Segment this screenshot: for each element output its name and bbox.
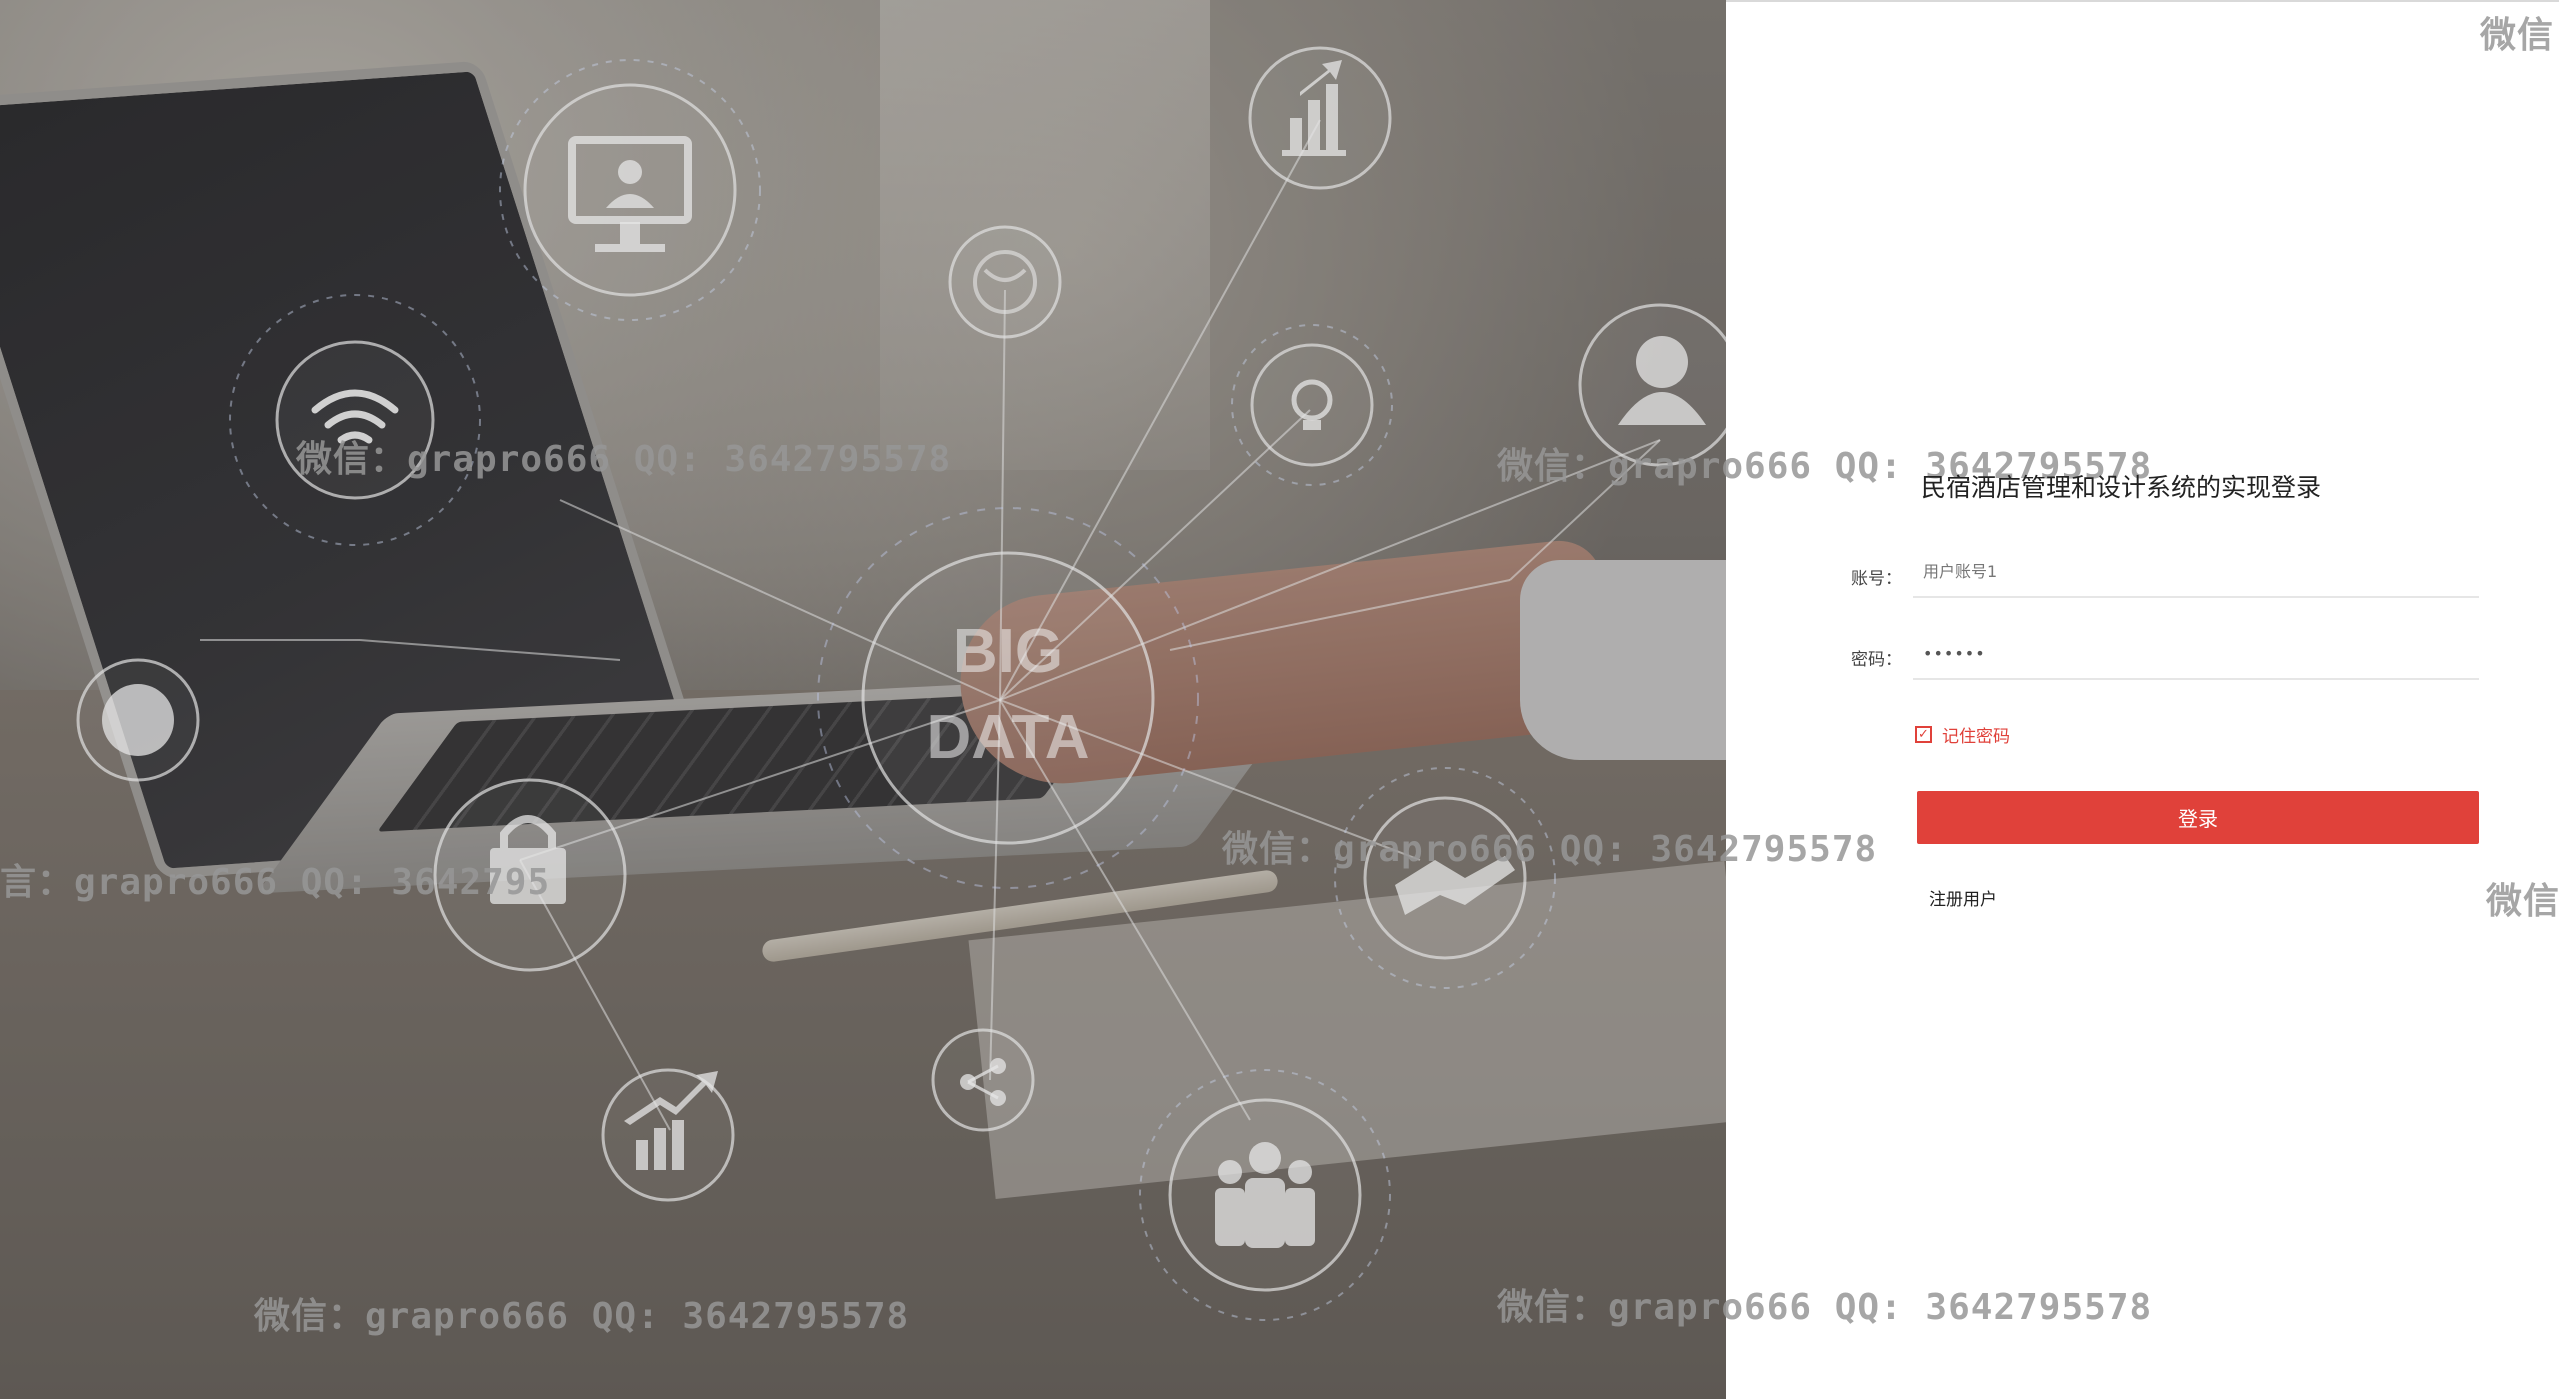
watermark: 微信：grapro666 QQ: 3642795578 xyxy=(296,439,952,480)
watermark: 微信：grapro666 QQ: 3642795578 xyxy=(1222,829,1878,870)
watermark: 言：grapro666 QQ: 3642795 xyxy=(0,862,551,903)
watermark: 微信：grapro666 QQ: 3642795578 xyxy=(1497,1287,2153,1328)
account-input[interactable] xyxy=(1913,546,2479,598)
remember-password-checkbox[interactable]: ✓ 记住密码 xyxy=(1915,722,2010,747)
checkbox-checked-icon[interactable]: ✓ xyxy=(1915,726,1932,743)
big-text: BIG xyxy=(953,617,1063,686)
big-data-hub xyxy=(817,507,1199,889)
password-input[interactable]: •••••• xyxy=(1913,628,2479,680)
network-graphic: BIG DATA xyxy=(76,46,1726,1321)
remember-password-label: 记住密码 xyxy=(1942,727,2010,747)
watermark: 微信：grapro666 QQ: 3642795578 xyxy=(254,1296,910,1337)
register-link[interactable]: 注册用户 xyxy=(1929,885,1997,910)
globe-icon xyxy=(102,684,174,756)
password-value: •••••• xyxy=(1923,643,1986,663)
watermark: 微信 xyxy=(2480,15,2555,56)
top-divider xyxy=(1726,0,2559,2)
data-text: DATA xyxy=(927,703,1090,772)
watermark: 微信 xyxy=(2486,881,2559,922)
password-label: 密码： xyxy=(1851,650,1902,670)
account-label: 账号： xyxy=(1851,569,1902,589)
login-button[interactable]: 登录 xyxy=(1917,791,2479,844)
login-title: 民宿酒店管理和设计系统的实现登录 xyxy=(1921,473,2322,502)
hero-background: BIG DATA xyxy=(0,0,1726,1399)
